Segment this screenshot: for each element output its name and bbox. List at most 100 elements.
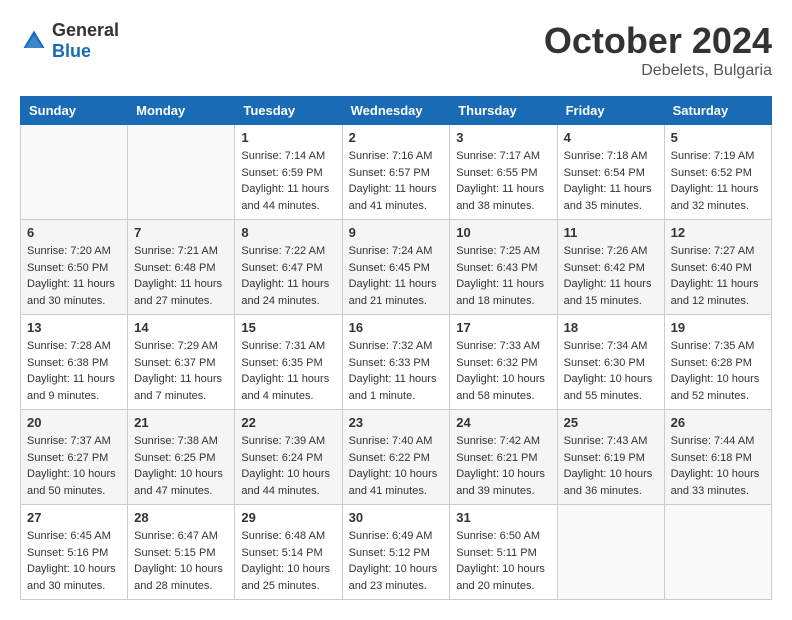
calendar-cell: 27 Sunrise: 6:45 AMSunset: 5:16 PMDayligh… bbox=[21, 505, 128, 600]
calendar-cell: 5 Sunrise: 7:19 AMSunset: 6:52 PMDaylight… bbox=[664, 125, 771, 220]
day-info: Sunrise: 7:43 AMSunset: 6:19 PMDaylight:… bbox=[564, 433, 658, 499]
calendar-cell bbox=[128, 125, 235, 220]
weekday-header-row: SundayMondayTuesdayWednesdayThursdayFrid… bbox=[21, 97, 772, 125]
day-info: Sunrise: 7:26 AMSunset: 6:42 PMDaylight:… bbox=[564, 243, 658, 309]
day-number: 17 bbox=[456, 320, 550, 335]
day-number: 16 bbox=[349, 320, 444, 335]
day-info: Sunrise: 6:49 AMSunset: 5:12 PMDaylight:… bbox=[349, 528, 444, 594]
day-info: Sunrise: 7:25 AMSunset: 6:43 PMDaylight:… bbox=[456, 243, 550, 309]
week-row-4: 20 Sunrise: 7:37 AMSunset: 6:27 PMDayligh… bbox=[21, 410, 772, 505]
calendar-cell: 25 Sunrise: 7:43 AMSunset: 6:19 PMDayligh… bbox=[557, 410, 664, 505]
day-number: 8 bbox=[241, 225, 335, 240]
day-info: Sunrise: 7:19 AMSunset: 6:52 PMDaylight:… bbox=[671, 148, 765, 214]
day-number: 23 bbox=[349, 415, 444, 430]
day-number: 25 bbox=[564, 415, 658, 430]
day-number: 2 bbox=[349, 130, 444, 145]
weekday-header-tuesday: Tuesday bbox=[235, 97, 342, 125]
calendar-cell bbox=[557, 505, 664, 600]
day-number: 27 bbox=[27, 510, 121, 525]
day-number: 26 bbox=[671, 415, 765, 430]
week-row-3: 13 Sunrise: 7:28 AMSunset: 6:38 PMDayligh… bbox=[21, 315, 772, 410]
calendar-cell: 26 Sunrise: 7:44 AMSunset: 6:18 PMDayligh… bbox=[664, 410, 771, 505]
calendar-cell bbox=[21, 125, 128, 220]
day-number: 12 bbox=[671, 225, 765, 240]
day-number: 10 bbox=[456, 225, 550, 240]
logo-text: General Blue bbox=[52, 20, 119, 62]
calendar-cell: 10 Sunrise: 7:25 AMSunset: 6:43 PMDayligh… bbox=[450, 220, 557, 315]
calendar-cell: 4Sunrise: 7:18 AMSunset: 6:54 PMDaylight… bbox=[557, 125, 664, 220]
day-number: 14 bbox=[134, 320, 228, 335]
day-number: 4 bbox=[564, 130, 658, 145]
calendar-cell: 16 Sunrise: 7:32 AMSunset: 6:33 PMDayligh… bbox=[342, 315, 450, 410]
day-info: Sunrise: 6:47 AMSunset: 5:15 PMDaylight:… bbox=[134, 528, 228, 594]
calendar-cell: 23 Sunrise: 7:40 AMSunset: 6:22 PMDayligh… bbox=[342, 410, 450, 505]
day-info: Sunrise: 6:50 AMSunset: 5:11 PMDaylight:… bbox=[456, 528, 550, 594]
day-info: Sunrise: 7:29 AMSunset: 6:37 PMDaylight:… bbox=[134, 338, 228, 404]
day-info: Sunrise: 7:38 AMSunset: 6:25 PMDaylight:… bbox=[134, 433, 228, 499]
day-info: Sunrise: 6:45 AMSunset: 5:16 PMDaylight:… bbox=[27, 528, 121, 594]
week-row-5: 27 Sunrise: 6:45 AMSunset: 5:16 PMDayligh… bbox=[21, 505, 772, 600]
day-info: Sunrise: 7:44 AMSunset: 6:18 PMDaylight:… bbox=[671, 433, 765, 499]
calendar-cell: 22 Sunrise: 7:39 AMSunset: 6:24 PMDayligh… bbox=[235, 410, 342, 505]
day-info: Sunrise: 7:16 AMSunset: 6:57 PMDaylight:… bbox=[349, 148, 444, 214]
day-info: Sunrise: 7:35 AMSunset: 6:28 PMDaylight:… bbox=[671, 338, 765, 404]
calendar-cell: 21 Sunrise: 7:38 AMSunset: 6:25 PMDayligh… bbox=[128, 410, 235, 505]
day-info: Sunrise: 7:22 AMSunset: 6:47 PMDaylight:… bbox=[241, 243, 335, 309]
calendar-table: SundayMondayTuesdayWednesdayThursdayFrid… bbox=[20, 96, 772, 600]
page-header: General Blue October 2024 Debelets, Bulg… bbox=[20, 20, 772, 80]
day-number: 28 bbox=[134, 510, 228, 525]
day-number: 30 bbox=[349, 510, 444, 525]
calendar-cell: 9Sunrise: 7:24 AMSunset: 6:45 PMDaylight… bbox=[342, 220, 450, 315]
day-info: Sunrise: 7:17 AMSunset: 6:55 PMDaylight:… bbox=[456, 148, 550, 214]
calendar-cell: 31 Sunrise: 6:50 AMSunset: 5:11 PMDayligh… bbox=[450, 505, 557, 600]
calendar-cell: 3 Sunrise: 7:17 AMSunset: 6:55 PMDaylight… bbox=[450, 125, 557, 220]
day-number: 29 bbox=[241, 510, 335, 525]
calendar-cell: 7Sunrise: 7:21 AMSunset: 6:48 PMDaylight… bbox=[128, 220, 235, 315]
day-number: 6 bbox=[27, 225, 121, 240]
day-info: Sunrise: 7:20 AMSunset: 6:50 PMDaylight:… bbox=[27, 243, 121, 309]
calendar-cell: 15Sunrise: 7:31 AMSunset: 6:35 PMDayligh… bbox=[235, 315, 342, 410]
calendar-cell: 11 Sunrise: 7:26 AMSunset: 6:42 PMDayligh… bbox=[557, 220, 664, 315]
day-number: 13 bbox=[27, 320, 121, 335]
day-info: Sunrise: 7:32 AMSunset: 6:33 PMDaylight:… bbox=[349, 338, 444, 404]
calendar-cell: 12 Sunrise: 7:27 AMSunset: 6:40 PMDayligh… bbox=[664, 220, 771, 315]
calendar-cell: 1 Sunrise: 7:14 AMSunset: 6:59 PMDaylight… bbox=[235, 125, 342, 220]
day-number: 20 bbox=[27, 415, 121, 430]
week-row-1: 1 Sunrise: 7:14 AMSunset: 6:59 PMDaylight… bbox=[21, 125, 772, 220]
day-number: 7 bbox=[134, 225, 228, 240]
weekday-header-monday: Monday bbox=[128, 97, 235, 125]
weekday-header-thursday: Thursday bbox=[450, 97, 557, 125]
week-row-2: 6 Sunrise: 7:20 AMSunset: 6:50 PMDaylight… bbox=[21, 220, 772, 315]
day-number: 11 bbox=[564, 225, 658, 240]
day-info: Sunrise: 7:42 AMSunset: 6:21 PMDaylight:… bbox=[456, 433, 550, 499]
day-info: Sunrise: 7:27 AMSunset: 6:40 PMDaylight:… bbox=[671, 243, 765, 309]
day-number: 24 bbox=[456, 415, 550, 430]
day-number: 18 bbox=[564, 320, 658, 335]
title-section: October 2024 Debelets, Bulgaria bbox=[544, 20, 772, 80]
day-info: Sunrise: 7:39 AMSunset: 6:24 PMDaylight:… bbox=[241, 433, 335, 499]
day-info: Sunrise: 7:24 AMSunset: 6:45 PMDaylight:… bbox=[349, 243, 444, 309]
calendar-cell: 17Sunrise: 7:33 AMSunset: 6:32 PMDayligh… bbox=[450, 315, 557, 410]
calendar-cell: 29 Sunrise: 6:48 AMSunset: 5:14 PMDayligh… bbox=[235, 505, 342, 600]
day-number: 22 bbox=[241, 415, 335, 430]
calendar-cell: 18Sunrise: 7:34 AMSunset: 6:30 PMDayligh… bbox=[557, 315, 664, 410]
calendar-cell: 20 Sunrise: 7:37 AMSunset: 6:27 PMDayligh… bbox=[21, 410, 128, 505]
calendar-cell: 28 Sunrise: 6:47 AMSunset: 5:15 PMDayligh… bbox=[128, 505, 235, 600]
day-number: 1 bbox=[241, 130, 335, 145]
day-number: 15 bbox=[241, 320, 335, 335]
calendar-cell: 8 Sunrise: 7:22 AMSunset: 6:47 PMDaylight… bbox=[235, 220, 342, 315]
day-number: 3 bbox=[456, 130, 550, 145]
weekday-header-saturday: Saturday bbox=[664, 97, 771, 125]
day-info: Sunrise: 7:28 AMSunset: 6:38 PMDaylight:… bbox=[27, 338, 121, 404]
month-title: October 2024 bbox=[544, 20, 772, 62]
day-info: Sunrise: 7:14 AMSunset: 6:59 PMDaylight:… bbox=[241, 148, 335, 214]
day-info: Sunrise: 6:48 AMSunset: 5:14 PMDaylight:… bbox=[241, 528, 335, 594]
day-number: 5 bbox=[671, 130, 765, 145]
logo-general: General bbox=[52, 20, 119, 40]
day-number: 31 bbox=[456, 510, 550, 525]
day-number: 21 bbox=[134, 415, 228, 430]
day-info: Sunrise: 7:37 AMSunset: 6:27 PMDaylight:… bbox=[27, 433, 121, 499]
calendar-cell bbox=[664, 505, 771, 600]
day-info: Sunrise: 7:40 AMSunset: 6:22 PMDaylight:… bbox=[349, 433, 444, 499]
calendar-cell: 2 Sunrise: 7:16 AMSunset: 6:57 PMDaylight… bbox=[342, 125, 450, 220]
